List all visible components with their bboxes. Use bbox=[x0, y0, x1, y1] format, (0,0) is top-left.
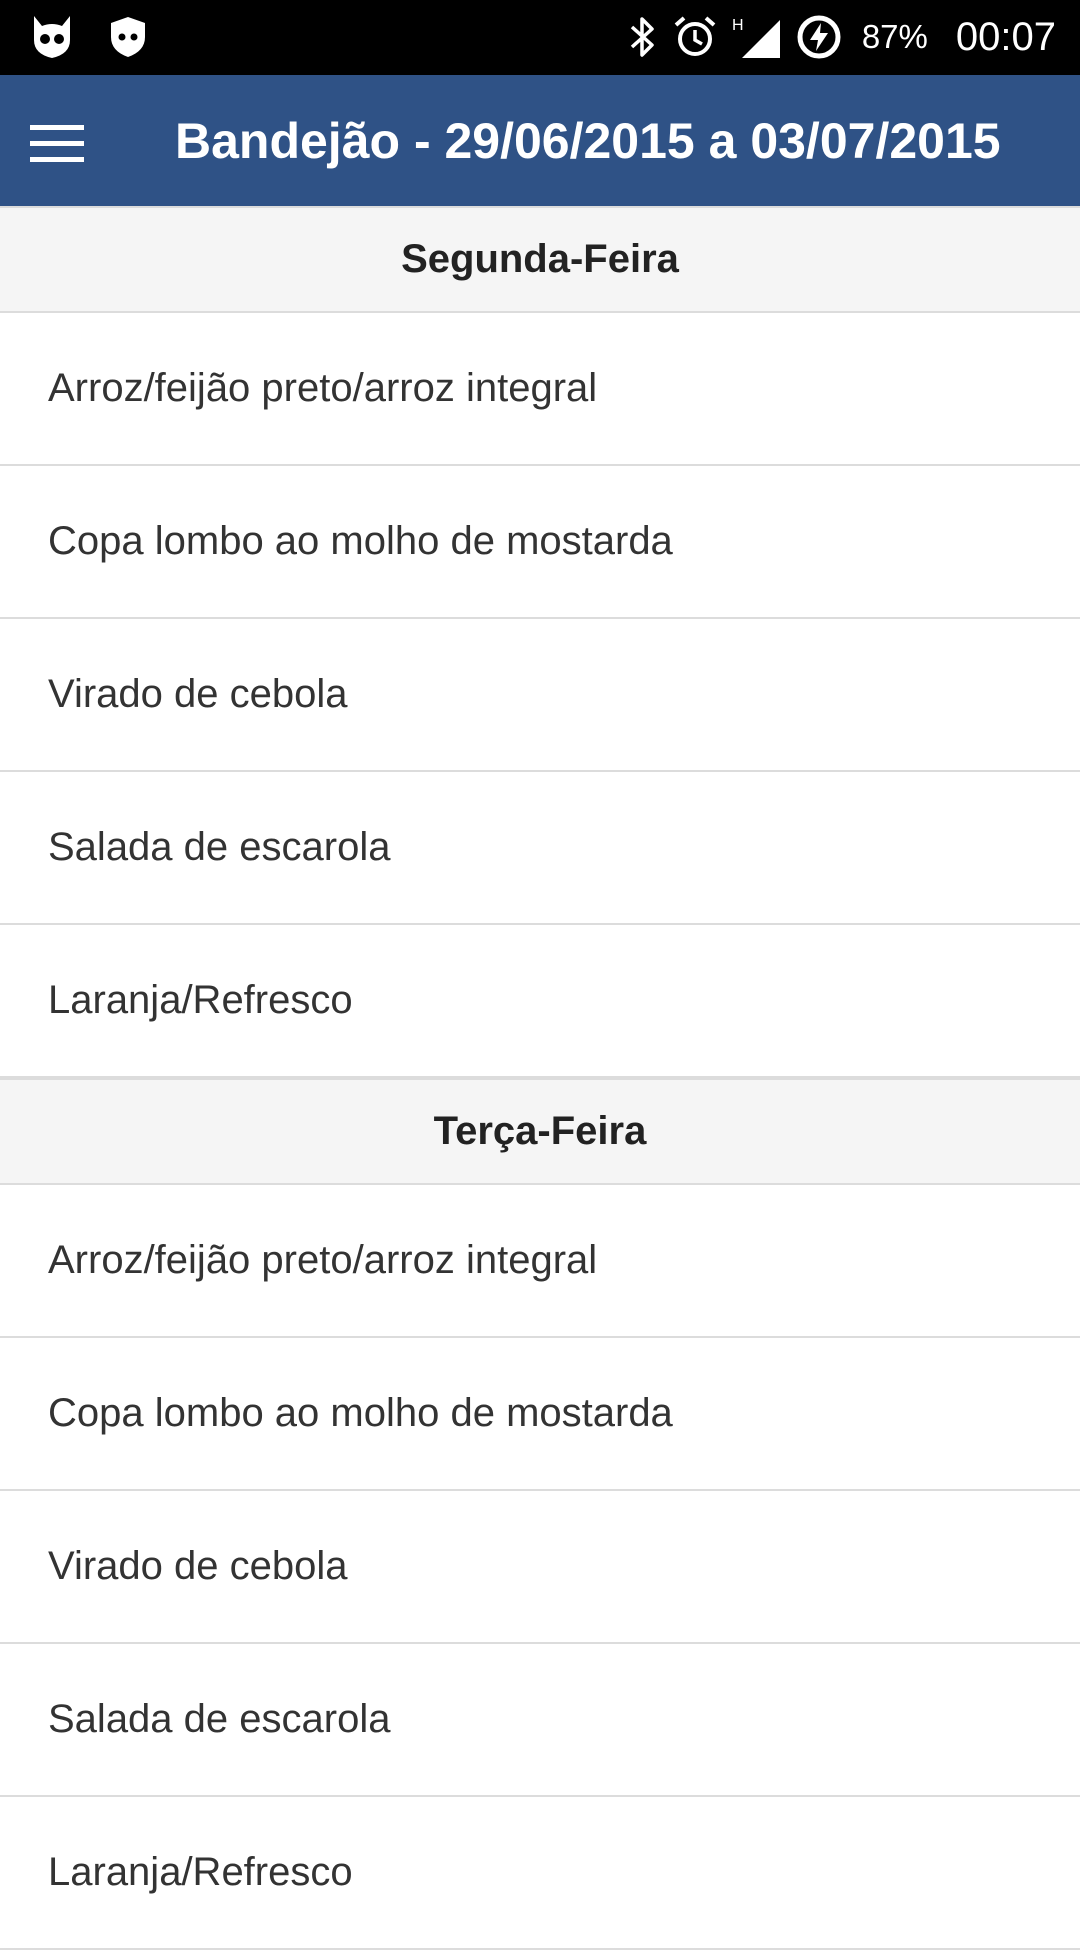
list-item[interactable]: Salada de escarola bbox=[0, 1644, 1080, 1797]
list-item[interactable]: Laranja/Refresco bbox=[0, 1797, 1080, 1950]
alarm-icon bbox=[672, 14, 718, 60]
cyanogenmod-icon bbox=[30, 14, 74, 60]
menu-line bbox=[30, 140, 84, 146]
shield-icon bbox=[108, 15, 148, 59]
list-item[interactable]: Virado de cebola bbox=[0, 1491, 1080, 1644]
battery-charging-icon bbox=[796, 14, 842, 60]
bluetooth-icon bbox=[626, 14, 658, 60]
day-header: Segunda-Feira bbox=[0, 206, 1080, 313]
list-item[interactable]: Arroz/feijão preto/arroz integral bbox=[0, 313, 1080, 466]
status-bar: H 87% 00:07 bbox=[0, 0, 1080, 75]
menu-line bbox=[30, 156, 84, 162]
list-item[interactable]: Virado de cebola bbox=[0, 619, 1080, 772]
status-bar-right: H 87% 00:07 bbox=[626, 12, 1056, 62]
status-bar-left bbox=[30, 12, 148, 62]
list-item[interactable]: Salada de escarola bbox=[0, 772, 1080, 925]
list-item[interactable]: Laranja/Refresco bbox=[0, 925, 1080, 1078]
page-title: Bandejão - 29/06/2015 a 03/07/2015 bbox=[175, 112, 1001, 169]
signal-h-icon: H bbox=[732, 14, 782, 60]
app-bar: Bandejão - 29/06/2015 a 03/07/2015 bbox=[0, 75, 1080, 206]
battery-percentage: 87% bbox=[861, 18, 928, 55]
hamburger-menu-icon[interactable] bbox=[22, 111, 86, 175]
menu-line bbox=[30, 124, 84, 130]
network-type-label: H bbox=[732, 17, 744, 34]
menu-list: Segunda-Feira Arroz/feijão preto/arroz i… bbox=[0, 206, 1080, 1950]
clock-time: 00:07 bbox=[955, 14, 1056, 59]
list-item[interactable]: Arroz/feijão preto/arroz integral bbox=[0, 1185, 1080, 1338]
list-item[interactable]: Copa lombo ao molho de mostarda bbox=[0, 1338, 1080, 1491]
list-item[interactable]: Copa lombo ao molho de mostarda bbox=[0, 466, 1080, 619]
day-header: Terça-Feira bbox=[0, 1078, 1080, 1185]
